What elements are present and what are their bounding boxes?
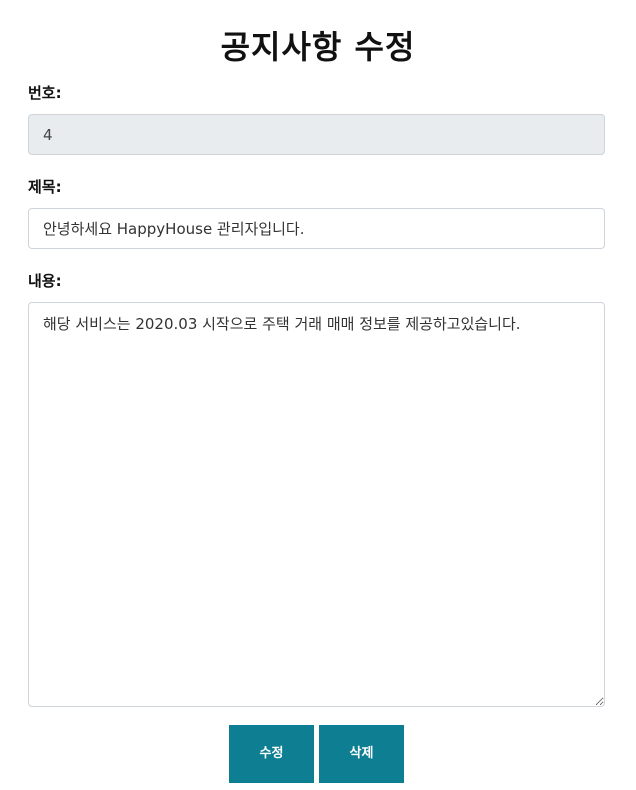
notice-edit-page: 공지사항 수정 번호: 제목: 내용: 해당 서비스는 2020.03 시작으로… [0, 0, 636, 790]
number-field[interactable] [28, 114, 605, 155]
edit-button[interactable]: 수정 [229, 725, 314, 783]
subject-label: 제목: [28, 178, 62, 196]
subject-input[interactable] [28, 208, 605, 249]
page-title: 공지사항 수정 [220, 28, 416, 66]
content-label: 내용: [28, 272, 62, 290]
content-textarea[interactable]: 해당 서비스는 2020.03 시작으로 주택 거래 매매 정보를 제공하고있습… [28, 302, 605, 707]
number-label: 번호: [28, 84, 62, 102]
delete-button[interactable]: 삭제 [319, 725, 404, 783]
